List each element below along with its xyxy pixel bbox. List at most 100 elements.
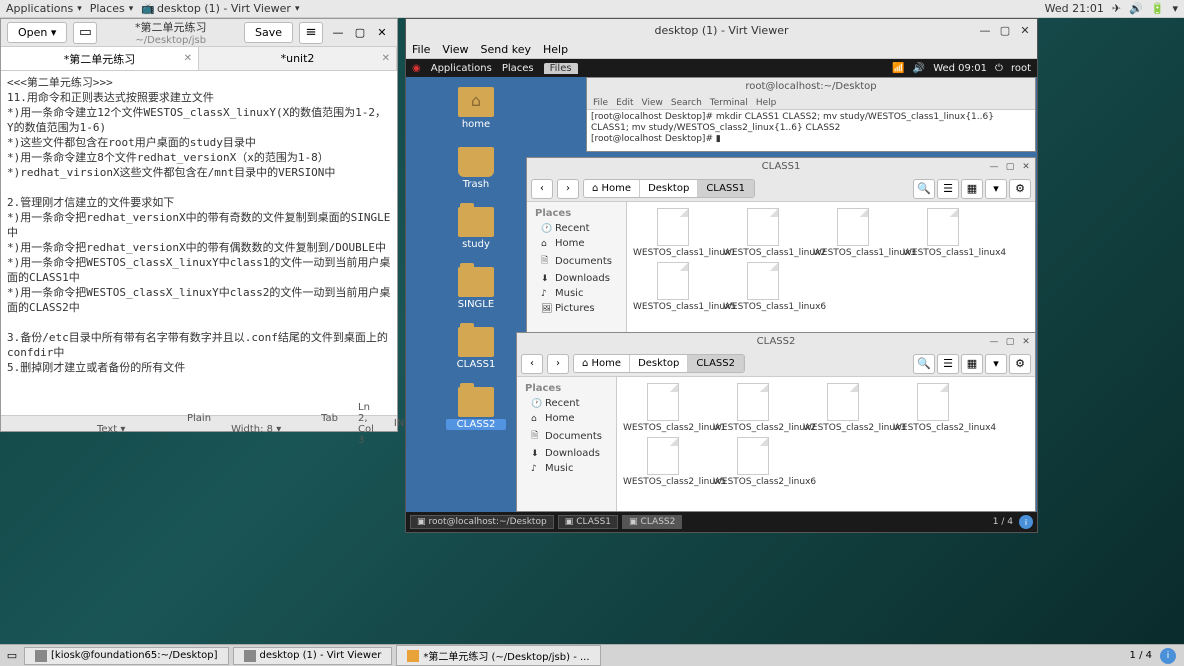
guest-applications-menu[interactable]: Applications bbox=[431, 63, 492, 74]
user-label[interactable]: root bbox=[1011, 63, 1031, 74]
fm1-content[interactable]: WESTOS_class1_linux1 WESTOS_class1_linux… bbox=[627, 202, 1035, 336]
sidebar-pictures[interactable]: 🖼Pictures bbox=[527, 301, 626, 316]
host-clock[interactable]: Wed 21:01 bbox=[1045, 2, 1104, 15]
gedit-text-area[interactable]: <<<第二单元练习>>> 11.用命令和正则表达式按照要求建立文件 *)用一条命… bbox=[1, 71, 397, 415]
minimize-button[interactable]: — bbox=[977, 24, 993, 37]
guest-clock[interactable]: Wed 09:01 bbox=[933, 63, 987, 74]
search-button[interactable]: 🔍 bbox=[913, 179, 935, 199]
minimize-button[interactable]: — bbox=[987, 333, 1001, 351]
minimize-button[interactable]: — bbox=[329, 26, 347, 39]
back-button[interactable]: ‹ bbox=[521, 354, 543, 374]
close-button[interactable]: ✕ bbox=[373, 26, 391, 39]
back-button[interactable]: ‹ bbox=[531, 179, 553, 199]
activities-icon[interactable]: ◉ bbox=[412, 63, 421, 74]
close-button[interactable]: ✕ bbox=[1019, 333, 1033, 351]
guest-places-menu[interactable]: Places bbox=[502, 63, 534, 74]
term-edit-menu[interactable]: Edit bbox=[616, 98, 633, 108]
sidebar-downloads[interactable]: ⬇Downloads bbox=[527, 271, 626, 286]
sidebar-music[interactable]: ♪Music bbox=[527, 286, 626, 301]
places-menu[interactable]: Places bbox=[90, 2, 134, 15]
file-item[interactable]: WESTOS_class1_linux6 bbox=[723, 262, 803, 312]
path-desktop[interactable]: Desktop bbox=[640, 180, 698, 197]
taskbar-item-terminal[interactable]: [kiosk@foundation65:~/Desktop] bbox=[24, 647, 229, 665]
search-button[interactable]: 🔍 bbox=[913, 354, 935, 374]
close-button[interactable]: ✕ bbox=[1019, 158, 1033, 176]
virt-viewer-app-menu[interactable]: 📺 desktop (1) - Virt Viewer bbox=[141, 2, 299, 15]
desktop-icon-trash[interactable]: Trash bbox=[446, 147, 506, 190]
battery-icon[interactable]: 🔋 bbox=[1151, 2, 1165, 15]
sidebar-documents[interactable]: 🗎Documents bbox=[517, 426, 616, 446]
sidebar-home[interactable]: ⌂Home bbox=[517, 411, 616, 426]
file-menu[interactable]: File bbox=[412, 43, 430, 56]
sidebar-recent[interactable]: 🕐Recent bbox=[527, 221, 626, 236]
network-icon[interactable]: 📶 bbox=[892, 63, 904, 74]
view-options-button[interactable]: ▾ bbox=[985, 179, 1007, 199]
gedit-tab-2[interactable]: *unit2✕ bbox=[199, 47, 397, 70]
sidebar-recent[interactable]: 🕐Recent bbox=[517, 396, 616, 411]
maximize-button[interactable]: ▢ bbox=[1003, 333, 1017, 351]
gear-button[interactable]: ⚙ bbox=[1009, 179, 1031, 199]
help-menu[interactable]: Help bbox=[543, 43, 568, 56]
desktop-icon-single[interactable]: SINGLE bbox=[446, 267, 506, 310]
desktop-icon-class1[interactable]: CLASS1 bbox=[446, 327, 506, 370]
file-item[interactable]: WESTOS_class1_linux4 bbox=[903, 208, 983, 258]
fm2-content[interactable]: WESTOS_class2_linux1 WESTOS_class2_linux… bbox=[617, 377, 1035, 511]
term-search-menu[interactable]: Search bbox=[671, 98, 702, 108]
file-item[interactable]: WESTOS_class1_linux5 bbox=[633, 262, 713, 312]
guest-task-class2[interactable]: ▣ CLASS2 bbox=[622, 515, 682, 529]
file-item[interactable]: WESTOS_class2_linux1 bbox=[623, 383, 703, 433]
user-menu-icon[interactable]: ▾ bbox=[1172, 2, 1178, 15]
language-selector[interactable]: Plain Text ▾ bbox=[97, 413, 211, 435]
files-app-tab[interactable]: Files bbox=[544, 63, 578, 74]
power-icon[interactable]: ⏻ bbox=[995, 63, 1003, 74]
file-item[interactable]: WESTOS_class1_linux3 bbox=[813, 208, 893, 258]
path-class1[interactable]: CLASS1 bbox=[698, 180, 754, 197]
file-item[interactable]: WESTOS_class2_linux2 bbox=[713, 383, 793, 433]
volume-icon[interactable]: 🔊 bbox=[913, 63, 925, 74]
path-desktop[interactable]: Desktop bbox=[630, 355, 688, 372]
grid-view-button[interactable]: ▦ bbox=[961, 179, 983, 199]
host-workspace-icon[interactable]: i bbox=[1160, 648, 1176, 664]
forward-button[interactable]: › bbox=[547, 354, 569, 374]
guest-workspace-icon[interactable]: i bbox=[1019, 515, 1033, 529]
hamburger-button[interactable]: ≡ bbox=[299, 22, 323, 44]
new-tab-button[interactable]: ▭ bbox=[73, 22, 97, 44]
term-view-menu[interactable]: View bbox=[642, 98, 663, 108]
path-home[interactable]: ⌂ Home bbox=[574, 355, 630, 372]
sidebar-music[interactable]: ♪Music bbox=[517, 461, 616, 476]
close-icon[interactable]: ✕ bbox=[382, 53, 390, 64]
gear-button[interactable]: ⚙ bbox=[1009, 354, 1031, 374]
term-file-menu[interactable]: File bbox=[593, 98, 608, 108]
sidebar-downloads[interactable]: ⬇Downloads bbox=[517, 446, 616, 461]
terminal-body[interactable]: [root@localhost Desktop]# mkdir CLASS1 C… bbox=[587, 110, 1035, 147]
view-menu[interactable]: View bbox=[442, 43, 468, 56]
file-item[interactable]: WESTOS_class2_linux6 bbox=[713, 437, 793, 487]
taskbar-item-virt[interactable]: desktop (1) - Virt Viewer bbox=[233, 647, 393, 665]
close-icon[interactable]: ✕ bbox=[184, 53, 192, 64]
maximize-button[interactable]: ▢ bbox=[997, 24, 1013, 37]
gedit-tab-1[interactable]: *第二单元练习✕ bbox=[1, 47, 199, 70]
guest-task-terminal[interactable]: ▣ root@localhost:~/Desktop bbox=[410, 515, 554, 529]
tab-width-selector[interactable]: Tab Width: 8 ▾ bbox=[231, 413, 338, 435]
save-button[interactable]: Save bbox=[244, 22, 293, 43]
applications-menu[interactable]: Applications bbox=[6, 2, 82, 15]
guest-desktop[interactable]: home Trash study SINGLE CLASS1 CLASS2 ro… bbox=[406, 77, 1037, 512]
grid-view-button[interactable]: ▦ bbox=[961, 354, 983, 374]
show-desktop-button[interactable]: ▭ bbox=[4, 649, 20, 662]
maximize-button[interactable]: ▢ bbox=[351, 26, 369, 39]
sendkey-menu[interactable]: Send key bbox=[481, 43, 531, 56]
term-help-menu[interactable]: Help bbox=[756, 98, 777, 108]
file-item[interactable]: WESTOS_class1_linux1 bbox=[633, 208, 713, 258]
desktop-icon-home[interactable]: home bbox=[446, 87, 506, 130]
file-item[interactable]: WESTOS_class1_linux2 bbox=[723, 208, 803, 258]
file-item[interactable]: WESTOS_class2_linux3 bbox=[803, 383, 883, 433]
maximize-button[interactable]: ▢ bbox=[1003, 158, 1017, 176]
close-button[interactable]: ✕ bbox=[1017, 24, 1033, 37]
desktop-icon-study[interactable]: study bbox=[446, 207, 506, 250]
taskbar-item-gedit[interactable]: *第二单元练习 (~/Desktop/jsb) - ... bbox=[396, 645, 600, 666]
sidebar-home[interactable]: ⌂Home bbox=[527, 236, 626, 251]
file-item[interactable]: WESTOS_class2_linux5 bbox=[623, 437, 703, 487]
airplane-icon[interactable]: ✈ bbox=[1112, 2, 1121, 15]
sidebar-documents[interactable]: 🗎Documents bbox=[527, 251, 626, 271]
forward-button[interactable]: › bbox=[557, 179, 579, 199]
